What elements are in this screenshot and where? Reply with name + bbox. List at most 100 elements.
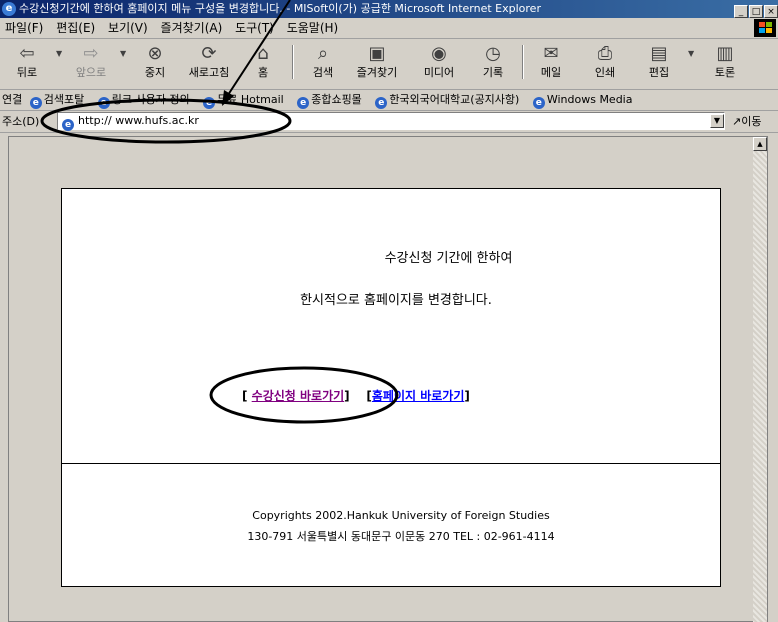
address-bar: 주소(D) e http:// www.hufs.ac.kr ▼ ↗이동: [0, 111, 778, 133]
print-label: 인쇄: [594, 66, 616, 79]
link-shopping[interactable]: e 종합쇼핑몰: [297, 90, 362, 110]
course-registration-link[interactable]: 수강신청 바로가기: [252, 389, 345, 403]
footer-address: 130-791 서울특별시 동대문구 이문동 270 TEL : 02-961-…: [247, 530, 555, 543]
menu-view[interactable]: 보기(V): [103, 18, 152, 38]
link-customize-label: 링크 사용자 정의: [111, 93, 190, 106]
media-button[interactable]: ◉ 미디어: [414, 41, 464, 85]
link-hufs-notice-label: 한국외국어대학교(공지사항): [389, 93, 520, 106]
menu-tools[interactable]: 도구(T): [230, 18, 278, 38]
back-label: 뒤로: [16, 66, 38, 79]
link-windows-media-label: Windows Media: [546, 93, 633, 106]
maximize-button[interactable]: □: [749, 5, 763, 18]
title-bar: e 수강신청기간에 한하여 홈페이지 메뉴 구성을 변경합니다. - MISoft…: [0, 0, 778, 18]
menu-help[interactable]: 도움말(H): [282, 18, 343, 38]
window-controls: _ □ ×: [733, 2, 778, 18]
history-label: 기록: [482, 66, 504, 79]
printer-icon: ⎙: [597, 43, 613, 64]
scroll-up-icon[interactable]: ▲: [753, 137, 767, 151]
shortcut-links: [ 수강신청 바로가기] [홈페이지 바로가기]: [242, 387, 470, 404]
history-icon: ◷: [485, 43, 501, 64]
search-icon: ⌕: [317, 43, 329, 64]
minimize-button[interactable]: _: [734, 5, 748, 18]
stop-label: 중지: [144, 66, 166, 79]
favorites-folder-icon: ▣: [368, 43, 386, 64]
link-hufs-notice[interactable]: e 한국외국어대학교(공지사항): [375, 90, 519, 110]
ie-logo-icon: e: [2, 2, 16, 16]
windows-logo-icon: [754, 19, 776, 37]
vertical-scrollbar[interactable]: ▲: [753, 137, 767, 622]
divider: [62, 463, 720, 464]
address-dropdown-icon[interactable]: ▼: [710, 114, 724, 128]
toolbar-separator: [522, 45, 524, 79]
forward-label: 앞으로: [75, 66, 107, 79]
history-button[interactable]: ◷ 기록: [468, 41, 518, 85]
forward-arrow-icon: ⇨: [83, 43, 99, 64]
stop-icon: ⊗: [147, 43, 163, 64]
link-customize[interactable]: e 링크 사용자 정의: [97, 90, 190, 110]
refresh-label: 새로고침: [188, 66, 230, 79]
menu-favorites[interactable]: 즐겨찾기(A): [156, 18, 227, 38]
home-button[interactable]: ⌂ 홈: [238, 41, 288, 85]
back-dropdown-icon[interactable]: ▼: [56, 49, 62, 58]
print-button[interactable]: ⎙ 인쇄: [580, 41, 630, 85]
edit-button[interactable]: ▤ 편집: [634, 41, 684, 85]
notice-box: 수강신청 기간에 한하여 한시적으로 홈페이지를 변경합니다. [ 수강신청 바…: [61, 188, 721, 587]
forward-button[interactable]: ⇨ 앞으로: [66, 41, 116, 85]
ie-page-icon: e: [375, 97, 388, 109]
notice-line-1: 수강신청 기간에 한하여: [384, 251, 513, 266]
notice-line-2: 한시적으로 홈페이지를 변경합니다.: [300, 293, 492, 308]
link-hotmail-label: 무료 Hotmail: [217, 93, 284, 106]
mail-label: 메일: [540, 66, 562, 79]
links-label: 연결: [2, 93, 23, 106]
footer-copyright: Copyrights 2002.Hankuk University of For…: [252, 509, 550, 522]
link-portal[interactable]: e 검색포탈: [29, 90, 85, 110]
forward-dropdown-icon[interactable]: ▼: [120, 49, 126, 58]
mail-button[interactable]: ✉ 메일: [526, 41, 576, 85]
home-label: 홈: [257, 66, 269, 79]
ie-window: e 수강신청기간에 한하여 홈페이지 메뉴 구성을 변경합니다. - MISoft…: [0, 0, 778, 622]
edit-label: 편집: [648, 66, 670, 79]
ie-page-icon: e: [29, 97, 42, 109]
stop-button[interactable]: ⊗ 중지: [130, 41, 180, 85]
ie-page-icon: e: [203, 97, 216, 109]
standard-toolbar: ⇦ 뒤로 ▼ ⇨ 앞으로 ▼ ⊗ 중지 ⟳ 새로고침 ⌂ 홈 ⌕ 검색 ▣ 즐겨…: [0, 39, 778, 90]
close-button[interactable]: ×: [764, 5, 778, 18]
favorites-button[interactable]: ▣ 즐겨찾기: [352, 41, 402, 85]
bracket-open: [: [242, 389, 248, 403]
mail-icon: ✉: [543, 43, 559, 64]
discuss-button[interactable]: ▥ 토론: [700, 41, 750, 85]
menu-file[interactable]: 파일(F): [0, 18, 47, 38]
ie-page-icon: e: [532, 97, 545, 109]
ie-page-icon: e: [297, 97, 310, 109]
go-arrow-icon: ↗: [732, 115, 742, 128]
link-hotmail[interactable]: e 무료 Hotmail: [203, 90, 284, 110]
address-input[interactable]: e http:// www.hufs.ac.kr: [57, 112, 725, 131]
go-button[interactable]: ↗이동: [732, 111, 761, 132]
links-bar: 연결 e 검색포탈 e 링크 사용자 정의 e 무료 Hotmail e 종합쇼핑몰 e…: [0, 90, 778, 111]
edit-dropdown-icon[interactable]: ▼: [688, 49, 694, 58]
bracket-close: ]: [464, 389, 470, 403]
menu-bar: 파일(F) 편집(E) 보기(V) 즐겨찾기(A) 도구(T) 도움말(H): [0, 18, 778, 39]
address-label: 주소(D): [2, 115, 40, 128]
search-button[interactable]: ⌕ 검색: [298, 41, 348, 85]
refresh-icon: ⟳: [201, 43, 217, 64]
go-label: 이동: [741, 115, 762, 128]
homepage-link[interactable]: 홈페이지 바로가기: [372, 389, 465, 403]
address-url: http:// www.hufs.ac.kr: [78, 114, 199, 127]
discuss-label: 토론: [714, 66, 736, 79]
edit-icon: ▤: [650, 43, 668, 64]
link-shopping-label: 종합쇼핑몰: [311, 93, 362, 106]
link-portal-label: 검색포탈: [43, 93, 85, 106]
favorites-label: 즐겨찾기: [356, 66, 398, 79]
menu-edit[interactable]: 편집(E): [51, 18, 99, 38]
page-content: ▲ 수강신청 기간에 한하여 한시적으로 홈페이지를 변경합니다. [ 수강신청…: [8, 136, 768, 622]
ie-page-icon: e: [97, 97, 110, 109]
link-windows-media[interactable]: e Windows Media: [532, 90, 633, 110]
back-arrow-icon: ⇦: [19, 43, 35, 64]
window-title: 수강신청기간에 한하여 홈페이지 메뉴 구성을 변경합니다. - MISoft이…: [19, 2, 541, 15]
back-button[interactable]: ⇦ 뒤로: [2, 41, 52, 85]
refresh-button[interactable]: ⟳ 새로고침: [184, 41, 234, 85]
media-label: 미디어: [423, 66, 455, 79]
search-label: 검색: [312, 66, 334, 79]
discuss-icon: ▥: [716, 43, 734, 64]
